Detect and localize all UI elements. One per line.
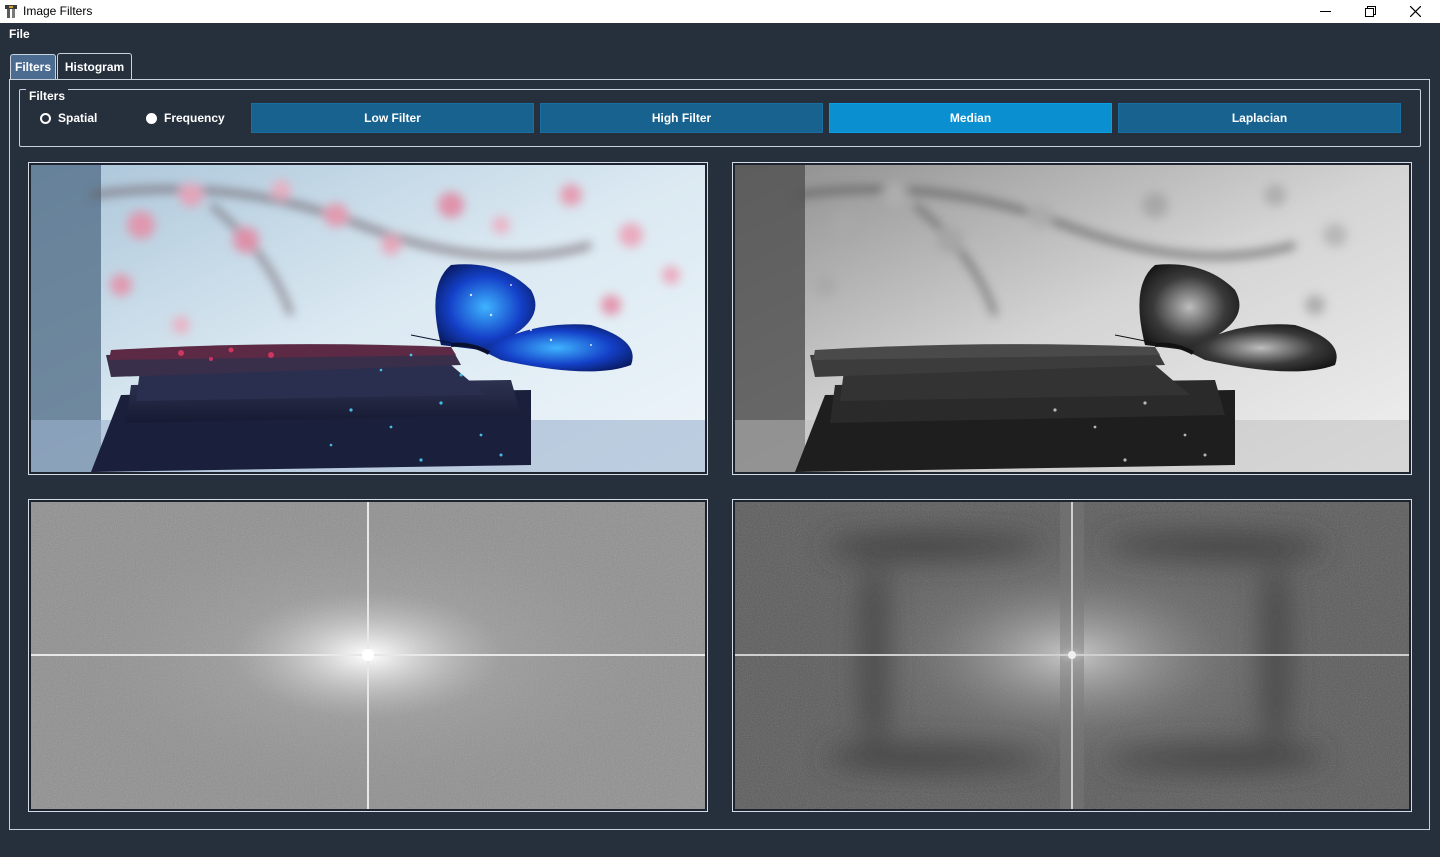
radio-spatial-label: Spatial xyxy=(58,111,98,125)
spectrum-filtered-view xyxy=(732,499,1412,812)
original-image xyxy=(31,165,705,472)
filters-group-title: Filters xyxy=(26,89,69,103)
high-filter-button[interactable]: High Filter xyxy=(540,103,823,133)
low-filter-button[interactable]: Low Filter xyxy=(251,103,534,133)
original-image-view xyxy=(28,162,708,475)
app-icon xyxy=(4,4,18,19)
minimize-icon xyxy=(1319,6,1331,17)
menu-bar: File xyxy=(0,23,1440,45)
grayscale-image-view xyxy=(732,162,1412,475)
tab-histogram[interactable]: Histogram xyxy=(57,53,132,79)
radio-spatial[interactable]: Spatial xyxy=(40,110,97,126)
spectrum-original-view xyxy=(28,499,708,812)
menu-file[interactable]: File xyxy=(9,27,30,41)
spectrum-filtered-image xyxy=(735,502,1409,809)
tab-filters[interactable]: Filters xyxy=(10,54,56,79)
radio-unchecked-icon xyxy=(40,112,51,124)
window-title: Image Filters xyxy=(23,4,93,18)
median-button[interactable]: Median xyxy=(829,103,1112,133)
minimize-button[interactable] xyxy=(1302,0,1348,23)
laplacian-button[interactable]: Laplacian xyxy=(1118,103,1401,133)
radio-checked-icon xyxy=(146,112,157,124)
restore-icon xyxy=(1364,6,1376,17)
title-bar: Image Filters xyxy=(0,0,1440,23)
spectrum-original-image xyxy=(31,502,705,809)
close-icon xyxy=(1409,6,1421,17)
close-button[interactable] xyxy=(1392,0,1438,23)
grayscale-image xyxy=(735,165,1409,472)
radio-frequency-label: Frequency xyxy=(164,111,225,125)
radio-frequency[interactable]: Frequency xyxy=(146,110,225,126)
restore-button[interactable] xyxy=(1347,0,1393,23)
